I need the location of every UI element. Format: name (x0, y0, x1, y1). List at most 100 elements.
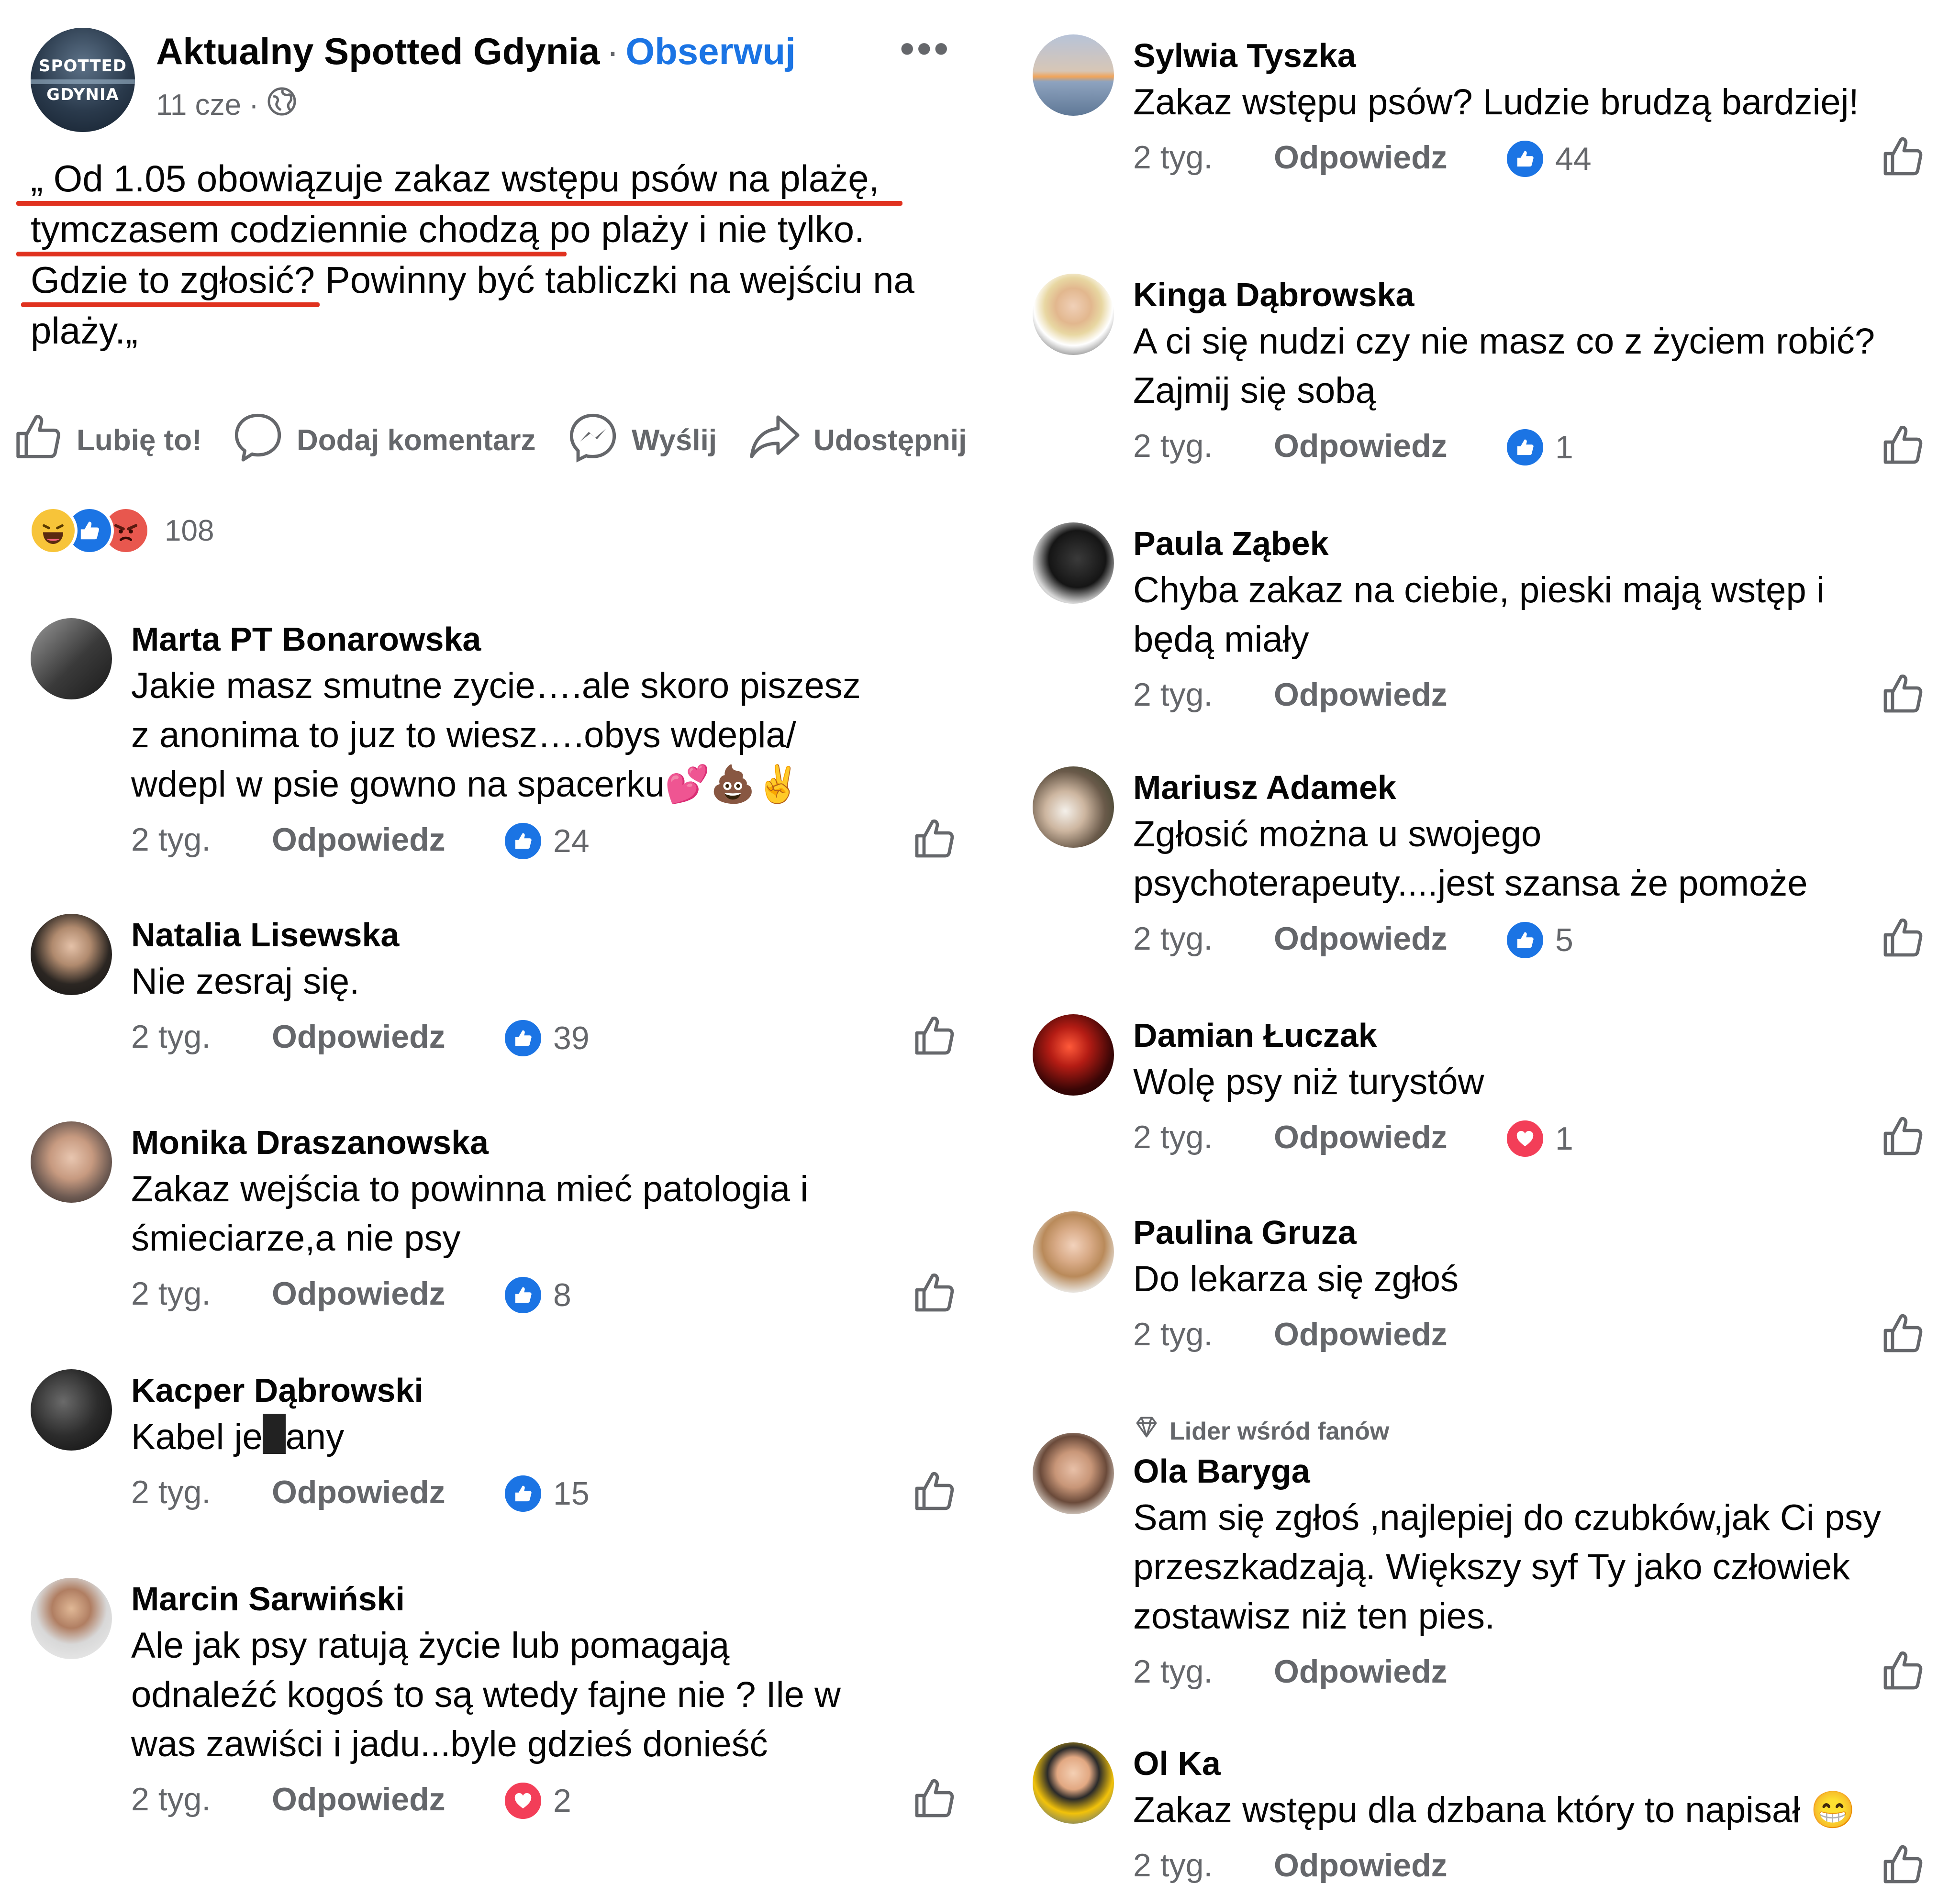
commenter-avatar[interactable] (31, 1369, 112, 1451)
reply-button[interactable]: Odpowiedz (272, 1270, 445, 1318)
comment-time[interactable]: 2 tyg. (1133, 671, 1213, 719)
follow-button[interactable]: Obserwuj (625, 30, 795, 72)
reply-button[interactable]: Odpowiedz (1274, 1841, 1448, 1889)
comment-time[interactable]: 2 tyg. (131, 1013, 211, 1061)
thumbs-up-icon[interactable] (1880, 422, 1926, 476)
comment-reactions[interactable]: 44 (1504, 138, 1592, 179)
commenter-name[interactable]: Paula Ząbek (1133, 521, 1825, 565)
share-action-label: Udostępnij (813, 423, 967, 457)
commenter-name[interactable]: Marta PT Bonarowska (131, 617, 861, 661)
commenter-avatar[interactable] (31, 1121, 112, 1203)
thumbs-up-icon[interactable] (1880, 1310, 1926, 1364)
commenter-avatar[interactable] (1033, 1433, 1114, 1514)
page-name[interactable]: Aktualny Spotted Gdynia (156, 30, 600, 72)
comment-text: Do lekarza się zgłoś (1133, 1259, 1459, 1299)
page-avatar[interactable]: SPOTTED GDYNIA (31, 28, 135, 132)
commenter-avatar[interactable] (1033, 522, 1114, 604)
thumbs-up-icon[interactable] (1880, 671, 1926, 724)
comment-reactions[interactable]: 2 (502, 1780, 571, 1821)
comment-time[interactable]: 2 tyg. (1133, 1648, 1213, 1696)
highlight-underline (21, 302, 320, 307)
comment-time[interactable]: 2 tyg. (131, 816, 211, 864)
commenter-name[interactable]: Damian Łuczak (1133, 1013, 1484, 1057)
reply-button[interactable]: Odpowiedz (1274, 1310, 1448, 1358)
reply-button[interactable]: Odpowiedz (272, 1013, 445, 1061)
commenter-avatar[interactable] (31, 1578, 112, 1659)
more-options-icon[interactable]: ••• (900, 27, 951, 70)
comment-text: psychoterapeuty....jest szansa że pomoże (1133, 863, 1808, 904)
reply-button[interactable]: Odpowiedz (1274, 133, 1448, 181)
comment-footer: 2 tyg. Odpowiedz 5 (1133, 915, 1923, 963)
comment-reactions[interactable]: 39 (502, 1018, 590, 1059)
reply-button[interactable]: Odpowiedz (272, 1468, 445, 1516)
thumbs-up-icon[interactable] (1880, 1113, 1926, 1167)
thumbs-up-icon[interactable] (911, 1468, 957, 1522)
thumbs-up-icon[interactable] (1880, 915, 1926, 968)
commenter-avatar[interactable] (1033, 34, 1114, 116)
commenter-avatar[interactable] (1033, 274, 1114, 355)
comment-footer: 2 tyg. Odpowiedz 8 (131, 1270, 954, 1318)
comment-time[interactable]: 2 tyg. (131, 1775, 211, 1823)
commenter-avatar[interactable] (31, 618, 112, 699)
comment-time[interactable]: 2 tyg. (131, 1270, 211, 1318)
comment-time[interactable]: 2 tyg. (1133, 422, 1213, 470)
like-action-button[interactable]: Lubię to! (11, 411, 202, 469)
thumbs-up-icon[interactable] (1880, 1841, 1926, 1895)
send-action-button[interactable]: Wyślij (567, 411, 717, 469)
comment-reactions[interactable]: 1 (1504, 1118, 1573, 1159)
thumbs-up-icon[interactable] (911, 816, 957, 869)
comment-text: was zawiści i jadu...byle gdzieś donieść (131, 1724, 768, 1764)
reaction-count: 44 (1555, 141, 1592, 177)
commenter-avatar[interactable] (1033, 1742, 1114, 1824)
reply-button[interactable]: Odpowiedz (1274, 422, 1448, 470)
commenter-avatar[interactable] (1033, 1014, 1114, 1096)
comment-reactions[interactable]: 5 (1504, 920, 1573, 961)
like-icon (502, 1274, 544, 1316)
commenter-name[interactable]: Natalia Lisewska (131, 913, 399, 957)
commenter-name[interactable]: Kinga Dąbrowska (1133, 273, 1875, 317)
commenter-avatar[interactable] (1033, 1211, 1114, 1293)
commenter-name[interactable]: Monika Draszanowska (131, 1120, 808, 1164)
commenter-name[interactable]: Ol Ka (1133, 1741, 1856, 1785)
commenter-name[interactable]: Paulina Gruza (1133, 1210, 1459, 1254)
comment-time[interactable]: 2 tyg. (1133, 1113, 1213, 1161)
reply-button[interactable]: Odpowiedz (1274, 671, 1448, 719)
commenter-name[interactable]: Mariusz Adamek (1133, 765, 1808, 809)
thumbs-up-icon (11, 410, 77, 470)
post-date[interactable]: 11 cze (156, 88, 241, 122)
reply-button[interactable]: Odpowiedz (1274, 1648, 1448, 1696)
comment-reactions[interactable]: 24 (502, 820, 590, 862)
share-action-button[interactable]: Udostępnij (748, 411, 967, 469)
commenter-name[interactable]: Kacper Dąbrowski (131, 1368, 423, 1412)
commenter-name[interactable]: Sylwia Tyszka (1133, 33, 1859, 78)
comment-reactions[interactable]: 8 (502, 1274, 571, 1316)
highlight-underline (16, 201, 902, 206)
comment-time[interactable]: 2 tyg. (131, 1468, 211, 1516)
commenter-name[interactable]: Marcin Sarwiński (131, 1577, 841, 1621)
thumbs-up-icon[interactable] (911, 1775, 957, 1829)
commenter-avatar[interactable] (1033, 766, 1114, 848)
thumbs-up-icon[interactable] (1880, 1648, 1926, 1701)
comment-footer: 2 tyg. Odpowiedz 15 (131, 1468, 954, 1516)
comment-reactions[interactable]: 15 (502, 1473, 590, 1514)
comment-time[interactable]: 2 tyg. (1133, 1310, 1213, 1358)
reply-button[interactable]: Odpowiedz (272, 1775, 445, 1823)
reply-button[interactable]: Odpowiedz (272, 816, 445, 864)
thumbs-up-icon[interactable] (911, 1270, 957, 1323)
comment-text: A ci się nudzi czy nie masz co z życiem … (1133, 321, 1875, 362)
reply-button[interactable]: Odpowiedz (1274, 1113, 1448, 1161)
redaction-block (262, 1414, 286, 1454)
comment-time[interactable]: 2 tyg. (1133, 915, 1213, 963)
comments-column: Sylwia Tyszka Zakaz wstępu psów? Ludzie … (1005, 0, 1960, 1890)
comment-reactions[interactable]: 1 (1504, 427, 1573, 468)
commenter-avatar[interactable] (31, 914, 112, 995)
comment-action-button[interactable]: Dodaj komentarz (232, 411, 536, 469)
heart-icon (502, 1780, 544, 1821)
comment-time[interactable]: 2 tyg. (1133, 133, 1213, 181)
commenter-name[interactable]: Ola Baryga (1133, 1449, 1881, 1493)
reply-button[interactable]: Odpowiedz (1274, 915, 1448, 963)
comment-time[interactable]: 2 tyg. (1133, 1841, 1213, 1889)
thumbs-up-icon[interactable] (1880, 133, 1926, 187)
thumbs-up-icon[interactable] (911, 1013, 957, 1066)
reactions-summary[interactable]: 108 (29, 506, 214, 555)
